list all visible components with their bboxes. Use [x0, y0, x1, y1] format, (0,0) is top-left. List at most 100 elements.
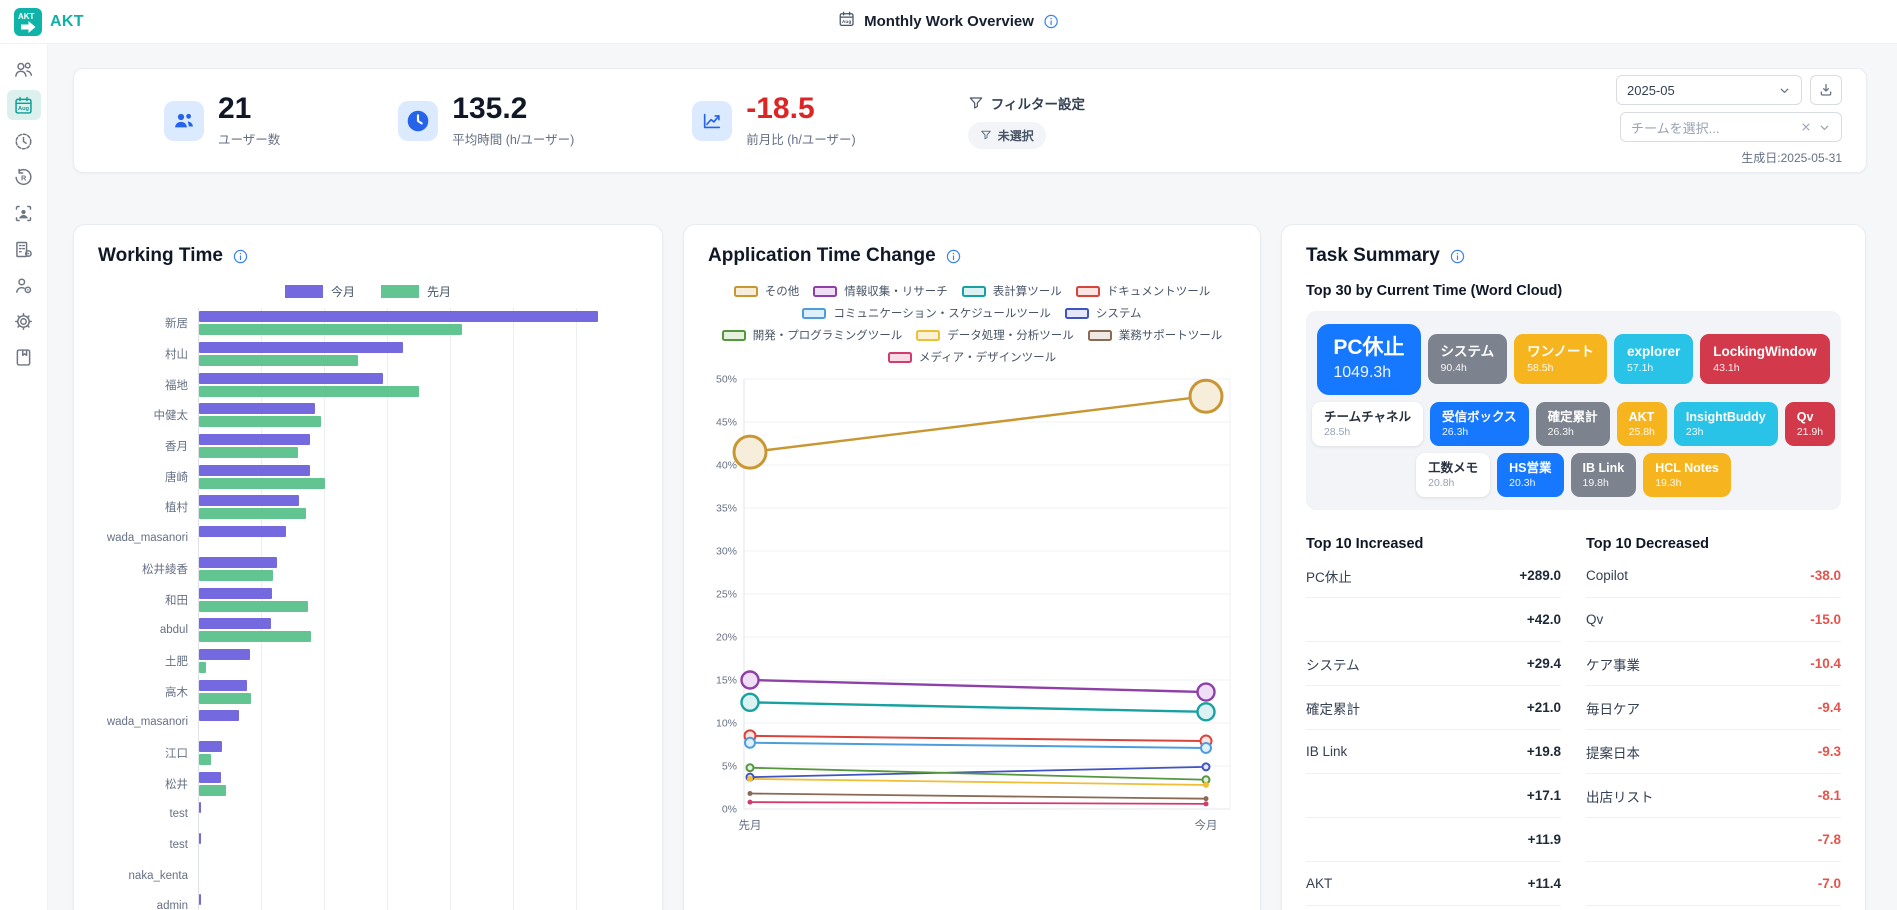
series-line [749, 741, 1207, 749]
working-time-row: 土肥 [98, 645, 638, 677]
legend-label: システム [1095, 308, 1142, 320]
bar-先月 [199, 416, 321, 428]
sidebar-item-user-gear[interactable] [7, 270, 41, 300]
filter-settings-button[interactable]: フィルター設定 [968, 93, 1085, 113]
tag-label: LockingWindow [1713, 344, 1817, 360]
word-cloud-tag: LockingWindow 43.1h [1700, 334, 1830, 385]
word-cloud-tag: explorer 57.1h [1613, 334, 1694, 385]
bar-今月 [199, 464, 310, 476]
info-icon[interactable] [232, 248, 249, 265]
series-marker [745, 763, 755, 773]
legend-label: 情報収集・リサーチ [844, 286, 948, 298]
working-time-row: admin [98, 891, 638, 910]
tag-label: InsightBuddy [1685, 409, 1766, 424]
working-time-row: 高木 [98, 676, 638, 707]
task-delta-value: -38.0 [1810, 568, 1841, 584]
sidebar-item-settings-gear[interactable] [7, 306, 41, 336]
legend-item: 今月 [284, 283, 355, 300]
working-time-row: 村山 [98, 338, 638, 370]
task-delta-value: -7.8 [1817, 832, 1841, 848]
y-tick-label: 20% [716, 632, 737, 644]
download-button[interactable] [1810, 75, 1842, 105]
sidebar-item-book[interactable] [7, 342, 41, 372]
series-marker [740, 692, 760, 713]
clear-icon[interactable] [1800, 121, 1812, 133]
bar-先月 [199, 600, 308, 612]
x-tick-label: 先月 [739, 819, 762, 832]
sidebar-item-calendar-aug[interactable]: Aug [6, 90, 41, 120]
working-time-row: abdul [98, 614, 638, 646]
bar-先月 [199, 385, 419, 397]
working-time-row: test [98, 799, 638, 830]
series-line [749, 792, 1207, 800]
series-marker [747, 775, 753, 782]
task-delta-value: -9.4 [1817, 700, 1841, 716]
legend-item: ドキュメントツール [1075, 283, 1210, 299]
tag-label: 受信ボックス [1441, 409, 1517, 424]
user-label: 中健太 [153, 410, 189, 423]
sidebar-item-history-r[interactable]: R [7, 162, 41, 192]
sidebar-item-clock[interactable] [7, 126, 41, 156]
legend-label: 開発・プログラミングツール [752, 330, 903, 342]
application-time-change-chart: 0% 5% 10% 15% 20% 25% 30% 35% 40% 45% 50% 先月 今月 [708, 367, 1236, 842]
legend-swatch [802, 307, 827, 319]
bar-先月 [199, 753, 212, 765]
working-time-row: 香月 [98, 430, 638, 462]
legend-swatch [721, 329, 746, 341]
legend-label: 先月 [427, 285, 452, 299]
tag-hours: 20.3h [1509, 477, 1536, 490]
word-cloud-tag: HCL Notes 19.3h [1643, 452, 1731, 498]
working-time-panel: Working Time 今月 先月 新居 村山 福地 中健太 香月 唐崎 植村 wada_ma… [73, 224, 663, 910]
logo-text: AKT [18, 12, 35, 21]
task-summary-panel: Task Summary Top 30 by Current Time (Wor… [1281, 224, 1866, 910]
list-item: +42.0 [1306, 598, 1561, 643]
user-label: wada_masanori [106, 532, 188, 545]
sidebar-item-user-focus[interactable] [7, 198, 41, 228]
series-marker [1200, 741, 1212, 754]
series-marker [744, 736, 756, 749]
working-time-row: wada_masanori [98, 706, 638, 738]
word-cloud-tag: HS営業 20.3h [1497, 452, 1564, 498]
sidebar-item-users[interactable] [7, 54, 41, 84]
legend-label: 今月 [330, 285, 355, 299]
bar-今月 [199, 342, 403, 354]
user-label: 松井 [165, 778, 188, 791]
info-icon[interactable] [1449, 248, 1466, 265]
trend-chart-icon [692, 100, 733, 141]
series-marker [1188, 378, 1224, 414]
tag-label: 確定累計 [1547, 409, 1598, 424]
tag-hours: 23h [1685, 425, 1704, 438]
generated-date: 生成日:2025-05-31 [1741, 151, 1842, 165]
user-label: 新居 [165, 318, 188, 331]
user-label: 和田 [165, 594, 188, 607]
sidebar: Aug R [0, 44, 48, 910]
users-icon [164, 100, 204, 141]
bar-今月 [199, 833, 201, 845]
list-item: +17.1 [1306, 774, 1561, 819]
month-select[interactable]: 2025-05 [1616, 75, 1802, 105]
x-tick-label: 今月 [1195, 818, 1218, 832]
user-label: 福地 [165, 379, 188, 392]
tag-hours: 26.3h [1547, 425, 1574, 438]
series-line [749, 766, 1207, 781]
info-icon[interactable] [945, 248, 962, 265]
bar-今月 [199, 587, 273, 599]
bar-今月 [199, 556, 278, 568]
page-title: Monthly Work Overview [864, 13, 1034, 30]
team-select[interactable]: チームを選択... [1620, 112, 1842, 142]
task-delta-value: +19.8 [1526, 744, 1561, 760]
legend-swatch [381, 285, 419, 298]
bar-先月 [199, 508, 307, 520]
y-tick-label: 5% [722, 761, 737, 773]
tag-label: Qv [1796, 409, 1814, 424]
svg-text:Aug: Aug [841, 19, 850, 25]
sidebar-item-building-gear[interactable] [7, 234, 41, 264]
bar-今月 [199, 648, 251, 660]
legend-swatch [1087, 329, 1112, 341]
task-summary-title: Task Summary [1306, 245, 1440, 266]
info-icon[interactable] [1043, 13, 1060, 30]
user-label: 唐崎 [165, 471, 188, 484]
tag-hours: 1049.3h [1333, 364, 1392, 382]
legend-label: その他 [764, 286, 800, 298]
filter-chip-unselected[interactable]: 未選択 [967, 121, 1046, 149]
